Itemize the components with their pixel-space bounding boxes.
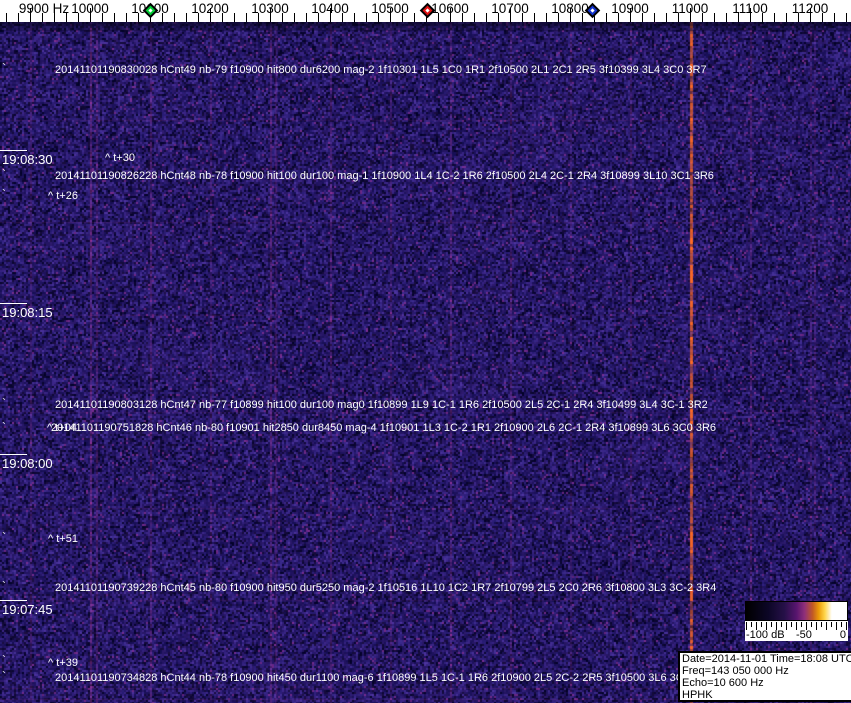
axis-tick — [414, 13, 415, 22]
axis-tick-label: 10400 — [311, 1, 349, 16]
status-info-box: Date=2014-11-01 Time=18:08 UTC Freq=143 0… — [678, 651, 851, 702]
axis-tick-label: 10500 — [371, 1, 409, 16]
axis-tick — [846, 13, 847, 22]
color-scale-labels: -100 dB -50 0 — [745, 628, 848, 641]
axis-tick-label: 10900 — [611, 1, 649, 16]
axis-tick — [366, 13, 367, 22]
meteor-echo-spectrogram-window: 9900 Hz100001010010200103001040010500106… — [0, 0, 851, 703]
axis-tick — [294, 13, 295, 22]
spectrogram-display[interactable] — [0, 22, 851, 703]
axis-tick — [774, 13, 775, 22]
axis-tick-label: 9900 Hz — [18, 1, 70, 16]
axis-tick — [114, 13, 115, 22]
info-line: Freq=143 050 000 Hz — [682, 665, 789, 677]
axis-tick — [726, 13, 727, 22]
axis-tick — [486, 13, 487, 22]
axis-tick — [654, 13, 655, 22]
axis-tick — [474, 13, 475, 22]
frequency-ruler: 9900 Hz100001010010200103001040010500106… — [0, 0, 851, 22]
db-scale-max-label: 0 — [839, 629, 846, 641]
axis-tick-label: 10300 — [251, 1, 289, 16]
axis-tick-label: 10000 — [71, 1, 109, 16]
axis-tick — [6, 13, 7, 22]
axis-tick — [306, 13, 307, 22]
axis-tick — [246, 13, 247, 22]
info-line: HPHK — [682, 689, 713, 701]
axis-tick-label: 10700 — [491, 1, 529, 16]
axis-tick — [546, 13, 547, 22]
axis-tick — [186, 13, 187, 22]
axis-tick — [234, 13, 235, 22]
axis-tick — [786, 13, 787, 22]
db-color-scale: -100 dB -50 0 — [745, 601, 848, 641]
info-line: Date=2014-11-01 Time=18:08 UTC — [682, 653, 851, 665]
axis-tick — [534, 13, 535, 22]
axis-tick-label: 11200 — [791, 1, 829, 16]
axis-tick — [354, 13, 355, 22]
axis-tick — [834, 13, 835, 22]
axis-tick-label: 11100 — [732, 1, 768, 16]
axis-tick — [714, 13, 715, 22]
axis-tick — [666, 13, 667, 22]
db-scale-min-label: -100 dB — [746, 629, 785, 641]
axis-tick — [174, 13, 175, 22]
axis-tick-label: 11000 — [671, 1, 709, 16]
info-line: Echo=10 600 Hz — [682, 677, 764, 689]
axis-tick — [606, 13, 607, 22]
axis-tick-label: 10800 — [551, 1, 589, 16]
axis-tick — [126, 13, 127, 22]
color-gradient-bar — [745, 601, 848, 621]
db-scale-mid-label: -50 — [796, 629, 812, 641]
axis-tick-label: 10200 — [191, 1, 229, 16]
axis-tick-label: 10600 — [431, 1, 469, 16]
